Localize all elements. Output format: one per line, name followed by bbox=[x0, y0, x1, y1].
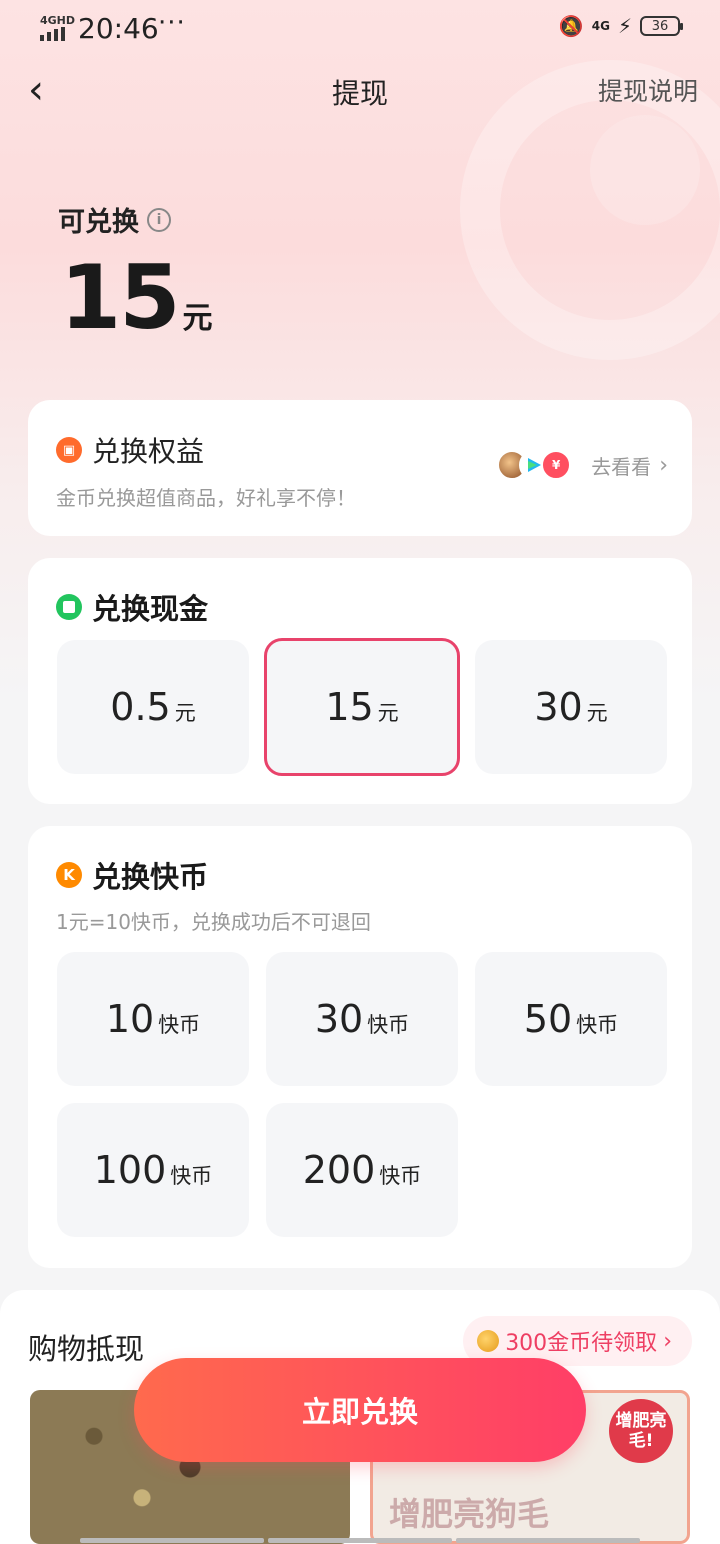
balance-unit: 元 bbox=[182, 301, 213, 336]
benefit-title-text: 兑换权益 bbox=[92, 435, 205, 468]
benefit-subtitle: 金币兑换超值商品，好礼享不停！ bbox=[56, 486, 356, 510]
option-value: 10 bbox=[105, 997, 155, 1041]
cash-option-selected[interactable]: 15 元 bbox=[264, 638, 460, 776]
option-value: 50 bbox=[523, 997, 573, 1041]
gold-coin-icon bbox=[477, 1330, 500, 1352]
benefit-view-more[interactable]: ¥ 去看看 › bbox=[497, 450, 668, 480]
balance-label: 可兑换 i bbox=[58, 200, 171, 239]
balance-value: 15 bbox=[60, 246, 180, 349]
shopping-title: 购物抵现 bbox=[28, 1332, 145, 1366]
option-value: 100 bbox=[93, 1148, 167, 1192]
option-value: 200 bbox=[302, 1148, 376, 1192]
cash-option[interactable]: 30 元 bbox=[475, 640, 667, 774]
cash-title-text: 兑换现金 bbox=[92, 592, 209, 626]
benefit-title: ▣ 兑换权益 bbox=[56, 430, 204, 470]
network-label: 4GHD bbox=[40, 14, 76, 27]
option-value: 0.5 bbox=[110, 685, 171, 729]
kcoin-title-text: 兑换快币 bbox=[92, 860, 209, 894]
benefit-link-text[interactable]: 去看看 bbox=[591, 451, 651, 480]
option-unit: 元 bbox=[586, 701, 608, 725]
product-tag: 增肥亮毛! bbox=[609, 1399, 673, 1463]
cash-section-title: 兑换现金 bbox=[56, 586, 208, 628]
network-4g-label: 4G bbox=[591, 19, 610, 33]
option-unit: 快币 bbox=[379, 1164, 422, 1188]
kcoin-option[interactable]: 100 快币 bbox=[57, 1103, 249, 1237]
balance-label-text: 可兑换 bbox=[58, 207, 139, 238]
option-unit: 快币 bbox=[576, 1013, 619, 1037]
signal-icon bbox=[40, 27, 65, 41]
kcoin-option[interactable]: 50 快币 bbox=[475, 952, 667, 1086]
more-notifications-icon: ··· bbox=[158, 8, 186, 38]
info-icon[interactable]: i bbox=[147, 207, 171, 232]
chevron-right-icon: › bbox=[659, 452, 668, 478]
kcoin-subtitle: 1元=10快币，兑换成功后不可退回 bbox=[56, 910, 371, 934]
option-value: 15 bbox=[325, 685, 374, 729]
charging-icon: ⚡ bbox=[617, 14, 632, 38]
home-indicator bbox=[80, 1538, 640, 1543]
gift-icon: ▣ bbox=[56, 437, 82, 463]
kcoin-card: K 兑换快币 1元=10快币，兑换成功后不可退回 10 快币 30 快币 50 … bbox=[28, 826, 692, 1268]
bell-muted-icon: 🔕 bbox=[558, 14, 584, 38]
kcoin-icon: K bbox=[56, 862, 82, 888]
wallet-icon bbox=[56, 594, 82, 620]
kcoin-option[interactable]: 200 快币 bbox=[266, 1103, 458, 1237]
decorative-circle bbox=[590, 115, 700, 225]
option-unit: 快币 bbox=[170, 1164, 213, 1188]
kcoin-section-title: K 兑换快币 bbox=[56, 854, 208, 896]
product-image-text: 增肥亮狗毛 bbox=[389, 1495, 550, 1533]
option-unit: 元 bbox=[174, 701, 196, 725]
benefit-app-icons: ¥ bbox=[497, 450, 572, 480]
option-value: 30 bbox=[314, 997, 364, 1041]
withdraw-help-link[interactable]: 提现说明 bbox=[598, 72, 698, 108]
benefit-card[interactable]: ▣ 兑换权益 金币兑换超值商品，好礼享不停！ ¥ 去看看 › bbox=[28, 400, 692, 536]
kcoin-option[interactable]: 30 快币 bbox=[266, 952, 458, 1086]
balance-amount: 15 元 bbox=[60, 246, 212, 349]
option-unit: 元 bbox=[377, 701, 399, 725]
coins-pending-text: 300金币待领取 bbox=[505, 1331, 658, 1356]
option-unit: 快币 bbox=[367, 1013, 410, 1037]
nav-bar: ‹ 提现 提现说明 bbox=[0, 60, 720, 120]
option-unit: 快币 bbox=[158, 1013, 201, 1037]
coupon-icon: ¥ bbox=[541, 450, 572, 480]
option-value: 30 bbox=[534, 685, 583, 729]
chevron-right-icon: › bbox=[663, 1328, 672, 1354]
clock: 20:46 bbox=[78, 12, 159, 45]
cash-card: 兑换现金 0.5 元 15 元 30 元 bbox=[28, 558, 692, 804]
kcoin-option[interactable]: 10 快币 bbox=[57, 952, 249, 1086]
battery-icon: 36 bbox=[640, 16, 683, 36]
cash-option[interactable]: 0.5 元 bbox=[57, 640, 249, 774]
status-bar: 4GHD 20:46 ··· 🔕 4G ⚡ 36 bbox=[0, 0, 720, 56]
exchange-now-button[interactable]: 立即兑换 bbox=[134, 1358, 586, 1462]
